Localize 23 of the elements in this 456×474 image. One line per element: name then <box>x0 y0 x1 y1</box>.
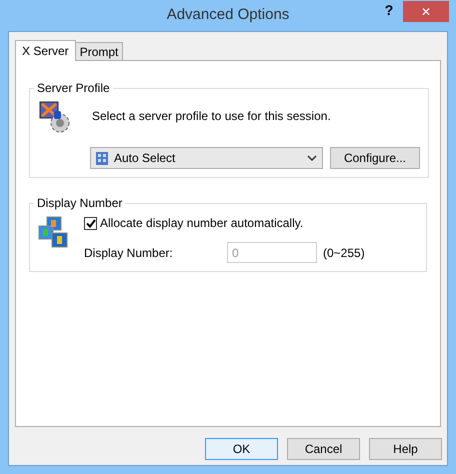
dropdown-value: Auto Select <box>114 150 176 167</box>
range-hint: (0~255) <box>323 244 365 262</box>
help-button[interactable]: ? <box>375 0 403 21</box>
profile-dropdown[interactable]: Auto Select <box>90 147 323 169</box>
dialog-button[interactable]: Cancel <box>287 438 360 460</box>
group-title: Display Number <box>36 195 124 212</box>
tab[interactable]: X Server <box>15 40 76 61</box>
configure-button[interactable]: Configure... <box>330 147 420 169</box>
checkbox[interactable] <box>84 216 97 230</box>
field-label: Display Number: <box>84 244 174 262</box>
dialog-button[interactable]: Help <box>369 438 442 460</box>
checkbox-label: Allocate display number automatically. <box>100 215 304 232</box>
tab[interactable]: Prompt <box>76 42 124 60</box>
monitors-icon <box>38 216 70 250</box>
close-button[interactable]: ✕ <box>403 1 449 22</box>
window-title: Advanced Options <box>166 5 290 26</box>
description-text: Select a server profile to use for this session. <box>92 108 331 125</box>
building-icon <box>94 150 110 166</box>
server-gear-icon <box>38 101 72 133</box>
group-title: Server Profile <box>36 80 111 97</box>
chevron-down-icon <box>307 155 317 161</box>
checkmark-icon <box>86 218 96 228</box>
dialog-button[interactable]: OK <box>205 438 278 460</box>
